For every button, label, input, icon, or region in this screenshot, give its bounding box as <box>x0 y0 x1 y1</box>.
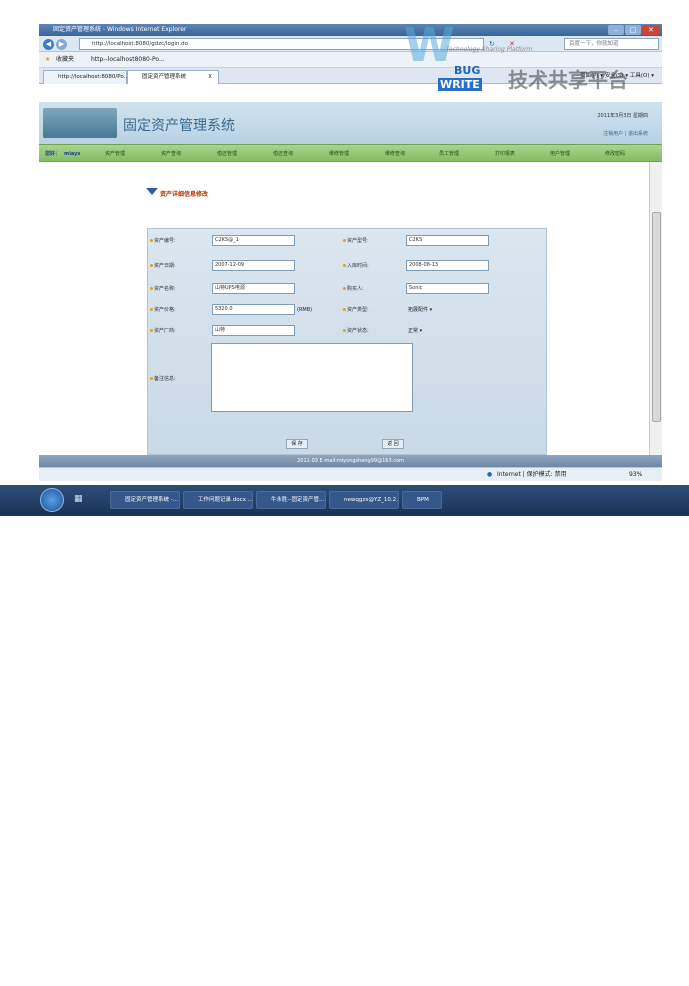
globe-icon: ● <box>487 471 493 478</box>
minimize-button[interactable]: – <box>608 25 624 35</box>
asset-type-select[interactable]: 拓展配件 <box>408 306 432 313</box>
page-footer: 2011-03 E-mail:miyongsheng99@163.com <box>39 455 662 467</box>
system-name: 固定资产管理系统 <box>123 118 235 134</box>
taskbar-item[interactable]: BPM <box>402 491 442 509</box>
status-select[interactable]: 正常 <box>408 327 422 334</box>
back-icon[interactable]: ◀ <box>43 39 54 50</box>
taskbar-item[interactable]: 工作问题记录.docx ... <box>183 491 253 509</box>
menu-item[interactable]: 借还管理 <box>217 145 237 163</box>
tools-menu[interactable]: 工具(O) ▾ <box>630 73 654 79</box>
asset-date-input[interactable]: 2007-12-09 <box>212 260 295 271</box>
security-zone: Internet | 保护模式: 禁用 <box>497 471 567 478</box>
address-input[interactable]: http://localhost:8080/gdzc/login.do <box>79 38 484 50</box>
label-remarks: 备注信息: <box>150 375 176 382</box>
menu-item[interactable]: 资产管理 <box>105 145 125 163</box>
label-asset-type: 资产类型: <box>343 306 369 313</box>
tab-bar: http://localhost:8080/Po... 固定资产管理系统 X 页… <box>39 68 662 84</box>
menu-item[interactable]: 用户管理 <box>550 145 570 163</box>
start-button[interactable] <box>40 488 64 512</box>
building-logo <box>43 108 117 138</box>
date-text: 2011年3月3日 星期四 <box>597 113 648 119</box>
label-status: 资产状态: <box>343 327 369 334</box>
label-asset-no: 资产编号: <box>150 237 176 244</box>
menu-item[interactable]: 修改密码 <box>605 145 625 163</box>
asset-no-input[interactable]: C2KS@_1 <box>212 235 295 246</box>
taskbar-item[interactable]: 牛永胜--固定资产管... <box>256 491 326 509</box>
section-arrow-icon <box>146 188 158 195</box>
page-menu[interactable]: 页面(P) ▾ <box>580 73 603 79</box>
app-header: 固定资产管理系统 2011年3月3日 星期四 注销用户 | 退出系统 <box>39 102 662 144</box>
address-bar-row: ◀ ▶ http://localhost:8080/gdzc/login.do … <box>39 36 662 52</box>
status-bar: ● Internet | 保护模式: 禁用 93% <box>39 467 662 481</box>
tab-current[interactable]: 固定资产管理系统 X <box>127 70 219 84</box>
search-input[interactable]: 百度一下，你就知道 <box>564 38 659 50</box>
close-window-button[interactable]: ✕ <box>642 25 660 35</box>
asset-model-input[interactable]: C2KS <box>406 235 489 246</box>
label-entry-date: 入库时间: <box>343 262 369 269</box>
remarks-textarea[interactable] <box>211 343 413 412</box>
forward-icon[interactable]: ▶ <box>56 39 67 50</box>
label-manufacturer: 资产厂商: <box>150 327 176 334</box>
menu-item[interactable]: 维修管理 <box>329 145 349 163</box>
label-asset-model: 资产型号: <box>343 237 369 244</box>
command-bar: 页面(P) ▾ 安全(S) ▾ 工具(O) ▾ <box>580 70 654 82</box>
stop-icon[interactable]: ✕ <box>509 40 515 48</box>
tab-localhost[interactable]: http://localhost:8080/Po... <box>43 70 129 84</box>
price-unit: (RMB) <box>297 307 313 313</box>
taskbar-item[interactable]: newqgzx@YZ_10.2... <box>329 491 399 509</box>
current-user: miays <box>64 151 81 157</box>
show-desktop-icon[interactable]: ▦ <box>74 494 83 504</box>
section-title: 资产详细信息修改 <box>160 191 209 198</box>
favorites-bar: ★ 收藏夹 http--localhost8080-Po... <box>39 52 662 68</box>
tab-close-icon[interactable]: X <box>208 71 212 84</box>
safety-menu[interactable]: 安全(S) ▾ <box>605 73 628 79</box>
scroll-thumb[interactable] <box>652 212 661 422</box>
label-buyer: 购买人: <box>343 285 364 292</box>
label-price: 资产价格: <box>150 306 176 313</box>
save-button[interactable]: 保 存 <box>286 439 308 449</box>
menu-item[interactable]: 打印报表 <box>495 145 515 163</box>
menu-item[interactable]: 借还查询 <box>273 145 293 163</box>
asset-name-input[interactable]: 山特UPS电源 <box>212 283 295 294</box>
favorites-button[interactable]: 收藏夹 <box>56 52 74 68</box>
buyer-input[interactable]: Sonic <box>406 283 489 294</box>
vertical-scrollbar[interactable] <box>649 162 662 455</box>
back-button[interactable]: 返 回 <box>382 439 404 449</box>
csdn-watermark: https://blog.csdn.net/weixin_49553137 <box>410 973 625 986</box>
main-menu: 您好： miays 资产管理 资产查询 借还管理 借还查询 维修管理 维修查询 … <box>39 144 662 162</box>
user-links[interactable]: 注销用户 | 退出系统 <box>603 130 648 137</box>
taskbar-item[interactable]: 固定资产管理系统 -... <box>110 491 180 509</box>
tab-label: http://localhost:8080/Po... <box>58 74 129 80</box>
browser-title-bar: 固定资产管理系统 - Windows Internet Explorer – □… <box>39 24 662 36</box>
zoom-level[interactable]: 93% <box>629 468 642 482</box>
windows-taskbar: ▦ 固定资产管理系统 -... 工作问题记录.docx ... 牛永胜--固定资… <box>0 485 689 986</box>
favorite-link[interactable]: http--localhost8080-Po... <box>91 52 165 68</box>
menu-item[interactable]: 员工管理 <box>439 145 459 163</box>
entry-date-input[interactable]: 2008-08-13 <box>406 260 489 271</box>
star-icon: ★ <box>45 56 51 63</box>
tab-label: 固定资产管理系统 <box>142 74 187 80</box>
label-asset-name: 资产名称: <box>150 285 176 292</box>
menu-item[interactable]: 资产查询 <box>161 145 181 163</box>
browser-title: 固定资产管理系统 - Windows Internet Explorer <box>53 26 187 33</box>
manufacturer-input[interactable]: 山特 <box>212 325 295 336</box>
label-asset-date: 资产日期: <box>150 262 176 269</box>
maximize-button[interactable]: □ <box>625 25 641 35</box>
refresh-icon[interactable]: ↻ <box>489 40 495 48</box>
price-input[interactable]: 5320.0 <box>212 304 295 315</box>
greeting-label: 您好： <box>45 151 61 157</box>
menu-item[interactable]: 维修查询 <box>385 145 405 163</box>
